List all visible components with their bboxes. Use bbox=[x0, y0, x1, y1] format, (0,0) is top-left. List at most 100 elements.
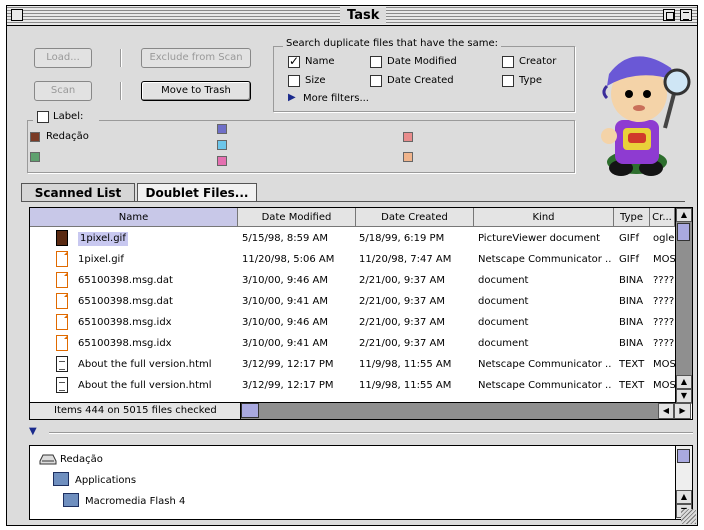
label-swatch-cyan[interactable] bbox=[217, 140, 227, 150]
table-row[interactable]: About the full version.html 3/12/99, 12:1… bbox=[30, 375, 675, 396]
scroll-left-arrow-icon[interactable]: ◀ bbox=[658, 403, 674, 419]
label-color-swatch-icon[interactable] bbox=[30, 132, 40, 142]
creator-checkbox[interactable] bbox=[502, 56, 514, 68]
column-header-date-modified[interactable]: Date Modified bbox=[238, 208, 356, 227]
scroll-up-arrow-icon[interactable]: ▲ bbox=[676, 375, 692, 389]
table-row[interactable]: 65100398.msg.idx 3/10/00, 9:41 AM 2/21/00,… bbox=[30, 333, 675, 354]
path-item-applications[interactable]: Applications bbox=[75, 475, 136, 486]
cell-kind: PictureViewer document bbox=[478, 233, 601, 244]
cell-type: BINA bbox=[619, 275, 644, 286]
date-created-checkbox[interactable] bbox=[370, 75, 382, 87]
path-item-volume[interactable]: Redação bbox=[60, 454, 103, 465]
scroll-up-arrow-icon[interactable]: ▲ bbox=[676, 490, 692, 504]
label-swatch-peach[interactable] bbox=[403, 152, 413, 162]
name-checkbox[interactable] bbox=[288, 54, 300, 68]
table-row[interactable]: 65100398.msg.dat 3/10/00, 9:41 AM 2/21/00,… bbox=[30, 291, 675, 312]
scroll-down-arrow-icon[interactable]: ▼ bbox=[676, 389, 692, 403]
disclosure-triangle-icon[interactable]: ▶ bbox=[288, 92, 296, 103]
cell-created: 11/9/98, 11:55 AM bbox=[359, 359, 452, 370]
type-option-label: Type bbox=[519, 75, 542, 86]
cell-name: About the full version.html bbox=[78, 380, 212, 391]
exclude-from-scan-button[interactable]: Exclude from Scan bbox=[141, 48, 251, 68]
path-scroll-thumb[interactable] bbox=[677, 449, 690, 463]
cell-modified: 3/12/99, 12:17 PM bbox=[242, 359, 334, 370]
table-row[interactable]: 65100398.msg.idx 3/10/00, 9:46 AM 2/21/00,… bbox=[30, 312, 675, 333]
table-row[interactable]: 1pixel.gif 11/20/98, 5:06 AM 11/20/98, 7:4… bbox=[30, 249, 675, 270]
label-swatch-salmon[interactable] bbox=[403, 132, 413, 142]
scroll-thumb[interactable] bbox=[677, 223, 690, 241]
column-header-date-created[interactable]: Date Created bbox=[356, 208, 474, 227]
move-to-trash-button[interactable]: Move to Trash bbox=[141, 81, 251, 101]
status-bar: Items 444 on 5015 files checked ◀ ▶ bbox=[30, 402, 691, 419]
disclosure-triangle-down-icon[interactable]: ▼ bbox=[29, 426, 37, 437]
type-checkbox[interactable] bbox=[502, 75, 514, 87]
cell-creator: MOSS bbox=[653, 380, 675, 391]
load-button[interactable]: Load... bbox=[34, 48, 92, 68]
column-header-kind[interactable]: Kind bbox=[474, 208, 614, 227]
cell-modified: 3/10/00, 9:46 AM bbox=[242, 317, 329, 328]
document-icon bbox=[56, 251, 68, 267]
zoom-box-icon[interactable] bbox=[663, 9, 675, 21]
cell-kind: document bbox=[478, 338, 529, 349]
column-header-creator[interactable]: Cr... bbox=[650, 208, 675, 227]
cell-modified: 11/20/98, 5:06 AM bbox=[242, 254, 335, 265]
scan-button[interactable]: Scan bbox=[34, 81, 92, 101]
horizontal-scrollbar[interactable] bbox=[240, 403, 658, 419]
cell-name: 65100398.msg.idx bbox=[78, 338, 172, 349]
tab-doublet-files[interactable]: Doublet Files... bbox=[137, 183, 257, 202]
horizontal-scroll-thumb[interactable] bbox=[241, 403, 259, 418]
cell-created: 5/18/99, 6:19 PM bbox=[359, 233, 445, 244]
column-header-type[interactable]: Type bbox=[614, 208, 650, 227]
cell-type: TEXT bbox=[619, 380, 645, 391]
column-header-name[interactable]: Name bbox=[30, 208, 238, 227]
cell-type: GIFf bbox=[619, 254, 639, 265]
title-bar[interactable]: Task bbox=[7, 6, 697, 26]
divider bbox=[49, 432, 693, 434]
close-box-icon[interactable] bbox=[11, 9, 23, 21]
cell-created: 11/20/98, 7:47 AM bbox=[359, 254, 452, 265]
html-file-icon bbox=[56, 356, 68, 372]
doublet-file-list[interactable]: Name Date Modified Date Created Kind Typ… bbox=[29, 207, 693, 420]
label-swatch-green[interactable] bbox=[30, 152, 40, 162]
cell-kind: Netscape Communicator ... bbox=[478, 359, 612, 370]
cell-kind: document bbox=[478, 317, 529, 328]
size-checkbox[interactable] bbox=[288, 75, 300, 87]
table-row[interactable]: About the full version.html 3/12/99, 12:1… bbox=[30, 354, 675, 375]
date-modified-checkbox[interactable] bbox=[370, 56, 382, 68]
cell-modified: 3/10/00, 9:41 AM bbox=[242, 338, 329, 349]
table-row[interactable]: 1pixel.gif 5/15/98, 8:59 AM 5/18/99, 6:19 … bbox=[30, 228, 675, 249]
label-swatch-blue[interactable] bbox=[217, 124, 227, 134]
document-icon bbox=[56, 314, 68, 330]
cell-kind: Netscape Communicator ... bbox=[478, 380, 612, 391]
hard-disk-icon bbox=[39, 454, 57, 465]
separator bbox=[120, 82, 122, 100]
cell-created: 2/21/00, 9:37 AM bbox=[359, 296, 446, 307]
mascot-character-icon bbox=[601, 56, 691, 176]
cell-modified: 3/10/00, 9:41 AM bbox=[242, 296, 329, 307]
path-list[interactable]: Redação Applications Macromedia Flash 4 … bbox=[29, 445, 693, 520]
task-window: Task Load... Exclude from Scan Scan Move… bbox=[6, 5, 698, 526]
label-checkbox[interactable] bbox=[37, 111, 49, 123]
collapse-box-icon[interactable] bbox=[680, 9, 692, 21]
table-row[interactable]: 65100398.msg.dat 3/10/00, 9:46 AM 2/21/00,… bbox=[30, 270, 675, 291]
folder-icon bbox=[63, 493, 79, 507]
scroll-up-arrow-icon[interactable]: ▲ bbox=[676, 208, 692, 222]
tab-scanned-list[interactable]: Scanned List bbox=[21, 183, 135, 202]
cell-modified: 3/12/99, 12:17 PM bbox=[242, 380, 334, 391]
cell-modified: 3/10/00, 9:46 AM bbox=[242, 275, 329, 286]
cell-kind: document bbox=[478, 275, 529, 286]
scroll-right-arrow-icon[interactable]: ▶ bbox=[674, 403, 691, 419]
cell-name: 65100398.msg.dat bbox=[78, 275, 173, 286]
vertical-scrollbar[interactable]: ▲ ▲ ▼ bbox=[675, 208, 692, 404]
cell-creator: ???? bbox=[653, 296, 675, 307]
cell-created: 11/9/98, 11:55 AM bbox=[359, 380, 452, 391]
more-filters-link[interactable]: More filters... bbox=[303, 93, 369, 104]
label-item-redacao[interactable]: Redação bbox=[46, 131, 89, 142]
resize-grip-icon[interactable] bbox=[681, 509, 696, 524]
path-item-macromedia-flash[interactable]: Macromedia Flash 4 bbox=[85, 496, 185, 507]
label-group bbox=[27, 120, 575, 173]
label-swatch-pink[interactable] bbox=[217, 156, 227, 166]
cell-creator: ???? bbox=[653, 317, 675, 328]
label-title: Label: bbox=[53, 111, 84, 122]
cell-name: 1pixel.gif bbox=[78, 232, 128, 246]
